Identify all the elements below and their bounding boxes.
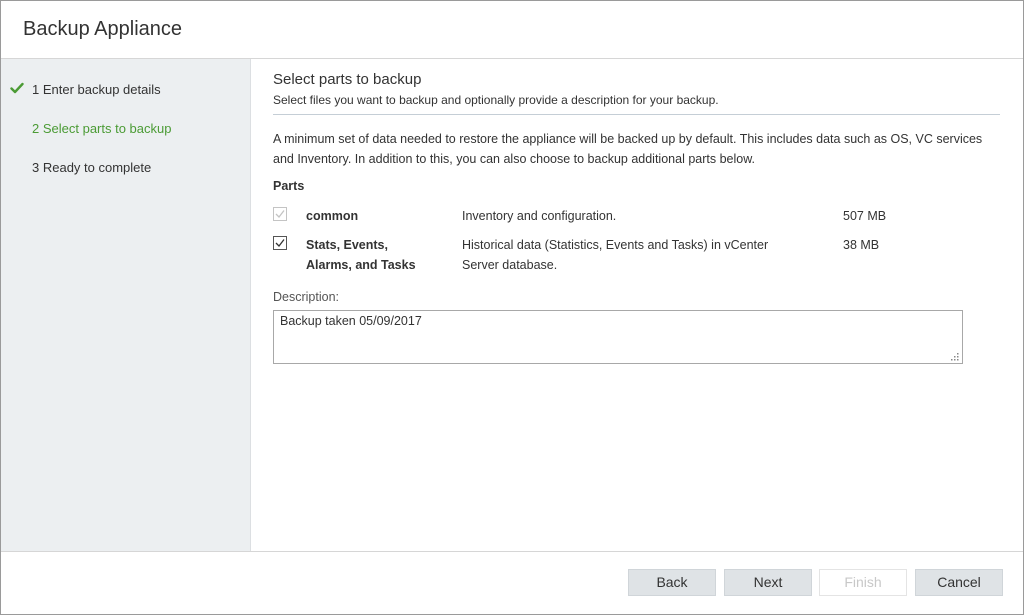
wizard-window: Backup Appliance 1 Enter backup details … bbox=[0, 0, 1024, 615]
check-icon bbox=[275, 210, 285, 218]
part-name: Stats, Events, Alarms, and Tasks bbox=[306, 238, 416, 272]
part-description: Inventory and configuration. bbox=[462, 209, 617, 223]
title-bar: Backup Appliance bbox=[1, 1, 1023, 59]
description-textarea[interactable]: Backup taken 05/09/2017 bbox=[273, 310, 963, 364]
wizard-steps-sidebar: 1 Enter backup details 2 Select parts to… bbox=[1, 59, 251, 551]
step-content: Select parts to backup Select files you … bbox=[251, 59, 1023, 551]
intro-text: A minimum set of data needed to restore … bbox=[273, 132, 983, 166]
section-subtitle: Select files you want to backup and opti… bbox=[273, 93, 719, 107]
back-button[interactable]: Back bbox=[628, 569, 716, 596]
part-checkbox-common bbox=[273, 207, 287, 221]
step-enter-backup-details[interactable]: 1 Enter backup details bbox=[1, 80, 251, 100]
checkmark-icon bbox=[10, 82, 24, 94]
window-title: Backup Appliance bbox=[23, 18, 183, 40]
wizard-footer: Back Next Finish Cancel bbox=[1, 551, 1023, 614]
resize-grip-icon[interactable] bbox=[949, 351, 959, 361]
section-title: Select parts to backup bbox=[273, 71, 422, 88]
part-checkbox-stats[interactable] bbox=[273, 236, 287, 250]
step-label: 1 Enter backup details bbox=[32, 82, 161, 97]
next-button[interactable]: Next bbox=[724, 569, 812, 596]
step-ready-to-complete: 3 Ready to complete bbox=[1, 158, 251, 178]
part-size: 507 MB bbox=[843, 209, 887, 223]
finish-button: Finish bbox=[819, 569, 907, 596]
step-label: 2 Select parts to backup bbox=[32, 121, 172, 136]
parts-heading: Parts bbox=[273, 179, 305, 193]
step-select-parts[interactable]: 2 Select parts to backup bbox=[1, 119, 251, 139]
check-icon bbox=[275, 239, 285, 247]
part-size: 38 MB bbox=[843, 238, 880, 252]
cancel-button[interactable]: Cancel bbox=[915, 569, 1003, 596]
part-description: Historical data (Statistics, Events and … bbox=[462, 238, 769, 272]
section-divider bbox=[273, 114, 1000, 115]
step-label: 3 Ready to complete bbox=[32, 160, 152, 175]
description-label: Description: bbox=[273, 290, 339, 304]
part-name: common bbox=[306, 209, 359, 223]
